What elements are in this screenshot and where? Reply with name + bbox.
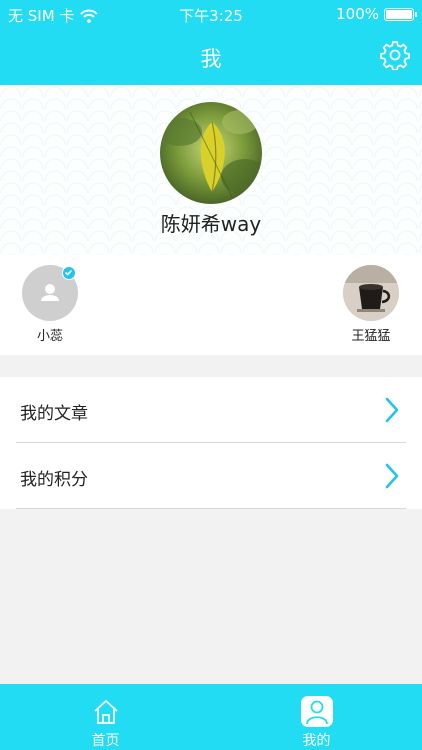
battery-percent: 100% — [336, 5, 379, 23]
chevron-right-icon — [385, 397, 399, 423]
menu-item-label: 我的文章 — [20, 404, 88, 424]
divider — [16, 508, 406, 509]
home-icon — [94, 700, 118, 724]
contact-xiaorui[interactable]: 小蕊 — [15, 265, 85, 344]
person-icon — [301, 696, 333, 727]
contacts-row: 小蕊 王猛猛 — [0, 255, 422, 355]
profile-header: 陈妍希way — [0, 85, 422, 255]
menu-item-articles[interactable]: 我的文章 — [0, 377, 422, 443]
avatar-photo — [343, 265, 399, 321]
tab-bar: 首页 我的 — [0, 684, 422, 750]
tab-label: 首页 — [91, 733, 120, 749]
contact-wangmengmeng[interactable]: 王猛猛 — [336, 265, 406, 344]
tab-mine[interactable]: 我的 — [211, 684, 422, 750]
menu-item-points[interactable]: 我的积分 — [0, 443, 422, 509]
contact-name: 王猛猛 — [351, 329, 391, 344]
status-bar: 无 SIM 卡 下午3:25 100% — [0, 0, 422, 28]
avatar[interactable] — [160, 102, 262, 204]
tab-label: 我的 — [302, 733, 331, 749]
chevron-right-icon — [385, 463, 399, 489]
profile-name: 陈妍希way — [160, 212, 262, 236]
nav-bar: 我 — [0, 28, 422, 85]
menu-list: 我的文章 我的积分 — [0, 377, 422, 509]
battery-icon — [384, 7, 417, 21]
verified-badge-icon — [62, 266, 76, 280]
avatar-photo — [160, 102, 262, 204]
gear-icon[interactable] — [380, 40, 410, 70]
avatar — [343, 265, 399, 321]
status-right: 100% — [336, 5, 417, 23]
contact-name: 小蕊 — [36, 329, 63, 344]
tab-home[interactable]: 首页 — [0, 684, 211, 750]
menu-item-label: 我的积分 — [20, 470, 88, 490]
avatar — [22, 265, 78, 321]
page-title: 我 — [200, 47, 222, 71]
